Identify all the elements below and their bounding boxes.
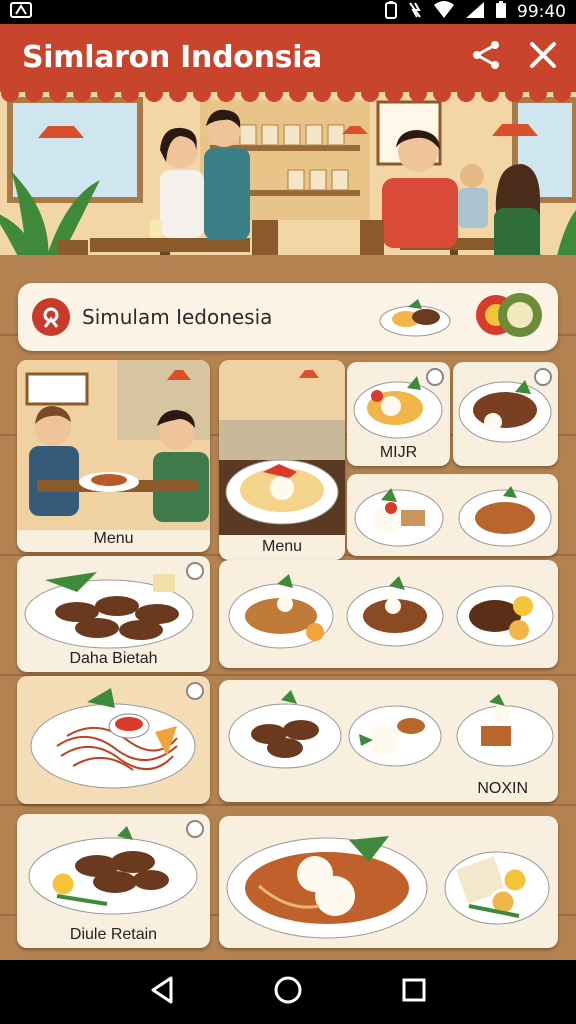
favorite-badge-icon[interactable] xyxy=(186,682,204,700)
dish-label: MIJR xyxy=(379,444,418,461)
menu-tile-dining[interactable]: Menu xyxy=(17,360,210,552)
app-notification-icon xyxy=(10,2,32,22)
navigation-bar xyxy=(0,960,576,1024)
grilled-meat-dish-image xyxy=(24,572,194,649)
status-bar: 99:40 xyxy=(0,0,576,24)
favorite-badge-icon[interactable] xyxy=(186,820,204,838)
dish-tile-mijr[interactable]: MIJR xyxy=(347,362,450,466)
dish-tile-spaghetti[interactable] xyxy=(17,676,210,804)
dining-couple-image xyxy=(17,360,210,530)
search-text: Simulam Iedonesia xyxy=(82,305,273,329)
dish-label: NOXIN xyxy=(477,780,528,797)
menu-label: Menu xyxy=(93,530,134,547)
no-sim-icon xyxy=(407,1,423,24)
dish-label: Daha Bietah xyxy=(69,650,158,667)
favorite-badge-icon[interactable] xyxy=(186,562,204,580)
back-icon[interactable] xyxy=(149,976,175,1008)
restaurant-logo-icon xyxy=(32,298,70,336)
battery-saver-icon xyxy=(385,0,397,24)
menu-tile-plate[interactable]: Menu xyxy=(219,360,345,560)
favorite-badge-icon[interactable] xyxy=(426,368,444,386)
sate-dish-image xyxy=(28,826,198,915)
three-dishes-image xyxy=(228,574,554,649)
signal-icon xyxy=(465,1,485,24)
wifi-icon xyxy=(433,0,455,24)
rice-fish-dishes-image xyxy=(354,486,552,547)
dish-tile-trio-1[interactable] xyxy=(219,560,558,668)
battery-icon xyxy=(495,0,507,24)
close-icon[interactable] xyxy=(528,40,558,74)
share-icon[interactable] xyxy=(470,39,502,75)
favorite-badge-icon[interactable] xyxy=(534,368,552,386)
awning-decoration xyxy=(0,88,576,102)
app-bar: Simlaron Indonsia xyxy=(0,24,576,90)
mixed-rice-dishes-image xyxy=(226,836,550,939)
dish-tile-diule-retain[interactable]: Diule Retain xyxy=(17,814,210,948)
app-title: Simlaron Indonsia xyxy=(22,39,323,75)
search-bar[interactable]: Simulam Iedonesia xyxy=(18,283,558,351)
dish-thumbnail-icon xyxy=(378,291,452,343)
noodle-dish-image xyxy=(30,688,196,789)
kitchen-plate-image xyxy=(219,360,345,535)
dish-tile-nasi-campur[interactable] xyxy=(219,816,558,948)
dish-tile-rice-fish[interactable] xyxy=(347,474,558,556)
home-icon[interactable] xyxy=(273,975,303,1009)
dish-label: Diule Retain xyxy=(69,926,158,943)
condiment-bowls-icon xyxy=(474,288,544,346)
recents-icon[interactable] xyxy=(401,977,427,1007)
clock: 99:40 xyxy=(517,2,566,22)
dish-tile-rendang[interactable] xyxy=(453,362,558,466)
three-dishes-image xyxy=(228,690,554,769)
menu-label: Menu xyxy=(261,538,303,555)
dish-tile-daha-bietah[interactable]: Daha Bietah xyxy=(17,556,210,672)
dish-tile-noxin[interactable]: NOXIN xyxy=(219,680,558,802)
